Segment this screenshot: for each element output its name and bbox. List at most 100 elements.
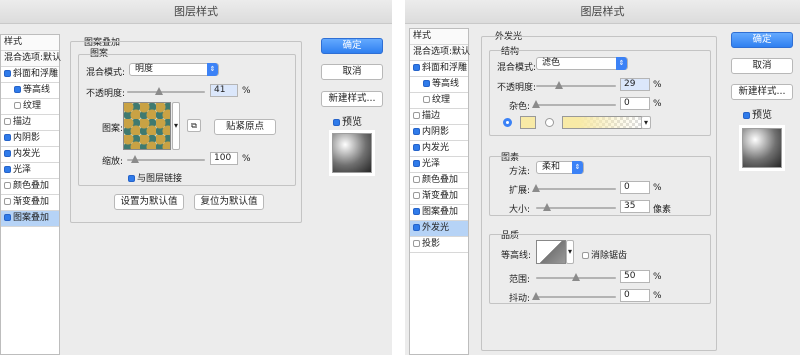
sidebar-item-checkbox[interactable] (4, 118, 11, 125)
sidebar-item[interactable]: 颜色叠加 (410, 173, 468, 189)
sidebar-item-checkbox[interactable] (4, 166, 11, 173)
sidebar-item-checkbox[interactable] (4, 198, 11, 205)
sidebar-item[interactable]: 光泽 (410, 157, 468, 173)
sidebar-item[interactable]: 样式 (1, 35, 59, 51)
left-ok-button[interactable]: 确定 (321, 38, 383, 54)
sidebar-item[interactable]: 描边 (1, 115, 59, 131)
sidebar-item[interactable]: 内发光 (1, 147, 59, 163)
left-cancel-button[interactable]: 取消 (321, 64, 383, 80)
noise-input[interactable]: 0 (620, 97, 650, 110)
left-opacity-input[interactable]: 41 (210, 84, 238, 97)
sidebar-item-checkbox[interactable] (413, 144, 420, 151)
sidebar-item[interactable]: 等高线 (1, 83, 59, 99)
right-preview-checkbox[interactable]: 预览 (743, 106, 772, 121)
jitter-slider[interactable] (532, 292, 616, 300)
right-new-style-button[interactable]: 新建样式... (731, 84, 793, 100)
right-opacity-input[interactable]: 29 (620, 78, 650, 91)
glow-gradient-swatch[interactable] (562, 116, 642, 129)
sidebar-item[interactable]: 外发光 (410, 221, 468, 237)
glow-color-swatch[interactable] (520, 116, 536, 129)
sidebar-item[interactable]: 混合选项:默认 (410, 45, 470, 61)
sidebar-item[interactable]: 斜面和浮雕 (1, 67, 59, 83)
sidebar-item-checkbox[interactable] (14, 86, 21, 93)
size-input[interactable]: 35 (620, 200, 650, 213)
size-slider-knob[interactable] (543, 203, 552, 211)
gradient-dropdown-arrow[interactable]: ▾ (641, 116, 651, 129)
sidebar-item-checkbox[interactable] (413, 64, 420, 71)
right-opacity-slider[interactable] (536, 81, 616, 89)
reset-default-button[interactable]: 复位为默认值 (194, 194, 264, 210)
noise-slider-knob[interactable] (532, 100, 540, 108)
right-cancel-button[interactable]: 取消 (731, 58, 793, 74)
right-opacity-slider-knob[interactable] (555, 81, 564, 89)
sidebar-item[interactable]: 渐变叠加 (410, 189, 468, 205)
solid-color-radio[interactable] (503, 118, 512, 127)
sidebar-item[interactable]: 等高线 (410, 77, 468, 93)
sidebar-item-checkbox[interactable] (413, 208, 420, 215)
sidebar-item-checkbox[interactable] (413, 224, 420, 231)
sidebar-item-checkbox[interactable] (413, 112, 420, 119)
sidebar-item-checkbox[interactable] (4, 214, 11, 221)
sidebar-item-checkbox[interactable] (413, 128, 420, 135)
left-scale-input[interactable]: 100 (210, 152, 238, 165)
sidebar-item[interactable]: 图案叠加 (410, 205, 468, 221)
method-select[interactable]: 柔和 ⇕ (536, 161, 584, 174)
make-default-button[interactable]: 设置为默认值 (114, 194, 184, 210)
sidebar-item[interactable]: 纹理 (410, 93, 468, 109)
sidebar-item[interactable]: 样式 (410, 29, 468, 45)
sidebar-item-checkbox[interactable] (4, 182, 11, 189)
antialias-check[interactable] (582, 252, 589, 259)
sidebar-item-checkbox[interactable] (4, 70, 11, 77)
right-preview-check[interactable] (743, 112, 750, 119)
sidebar-item[interactable]: 图案叠加 (1, 211, 59, 227)
link-with-layer-checkbox[interactable]: 与图层链接 (128, 171, 182, 184)
left-scale-slider[interactable] (127, 155, 205, 163)
left-scale-slider-knob[interactable] (130, 155, 139, 163)
sidebar-item-checkbox[interactable] (413, 192, 420, 199)
spread-slider-knob[interactable] (532, 184, 540, 192)
sidebar-item-checkbox[interactable] (14, 102, 21, 109)
left-opacity-slider-knob[interactable] (154, 87, 163, 95)
new-preset-icon[interactable]: ⧉ (187, 119, 201, 132)
sidebar-item-checkbox[interactable] (423, 80, 430, 87)
left-preview-checkbox[interactable]: 预览 (333, 113, 362, 128)
left-blend-mode-select[interactable]: 明度 ⇕ (129, 63, 219, 76)
pattern-swatch[interactable] (123, 102, 171, 150)
range-slider[interactable] (536, 273, 616, 281)
range-input[interactable]: 50 (620, 270, 650, 283)
antialias-checkbox[interactable]: 消除锯齿 (582, 248, 627, 261)
sidebar-item-checkbox[interactable] (423, 96, 430, 103)
link-with-layer-check[interactable] (128, 175, 135, 182)
gradient-radio[interactable] (545, 118, 554, 127)
spread-slider[interactable] (532, 184, 616, 192)
sidebar-item[interactable]: 颜色叠加 (1, 179, 59, 195)
left-new-style-button[interactable]: 新建样式... (321, 91, 383, 107)
left-opacity-slider[interactable] (127, 87, 205, 95)
size-slider[interactable] (536, 203, 616, 211)
sidebar-item[interactable]: 内阴影 (1, 131, 59, 147)
spread-input[interactable]: 0 (620, 181, 650, 194)
sidebar-item[interactable]: 内发光 (410, 141, 468, 157)
sidebar-item[interactable]: 渐变叠加 (1, 195, 59, 211)
noise-slider[interactable] (532, 100, 616, 108)
sidebar-item[interactable]: 斜面和浮雕 (410, 61, 468, 77)
range-slider-knob[interactable] (572, 273, 580, 281)
jitter-slider-knob[interactable] (532, 292, 540, 300)
sidebar-item[interactable]: 投影 (410, 237, 468, 253)
sidebar-item[interactable]: 描边 (410, 109, 468, 125)
snap-to-origin-button[interactable]: 贴紧原点 (214, 119, 276, 135)
sidebar-item-checkbox[interactable] (413, 240, 420, 247)
contour-picker[interactable] (536, 240, 566, 264)
right-blend-mode-select[interactable]: 滤色 ⇕ (536, 57, 628, 70)
sidebar-item-checkbox[interactable] (4, 150, 11, 157)
sidebar-item-checkbox[interactable] (4, 134, 11, 141)
sidebar-item[interactable]: 光泽 (1, 163, 59, 179)
sidebar-item[interactable]: 内阴影 (410, 125, 468, 141)
sidebar-item-checkbox[interactable] (413, 176, 420, 183)
sidebar-item[interactable]: 混合选项:默认 (1, 51, 61, 67)
right-ok-button[interactable]: 确定 (731, 32, 793, 48)
sidebar-item-checkbox[interactable] (413, 160, 420, 167)
sidebar-item[interactable]: 纹理 (1, 99, 59, 115)
left-preview-check[interactable] (333, 119, 340, 126)
jitter-input[interactable]: 0 (620, 289, 650, 302)
